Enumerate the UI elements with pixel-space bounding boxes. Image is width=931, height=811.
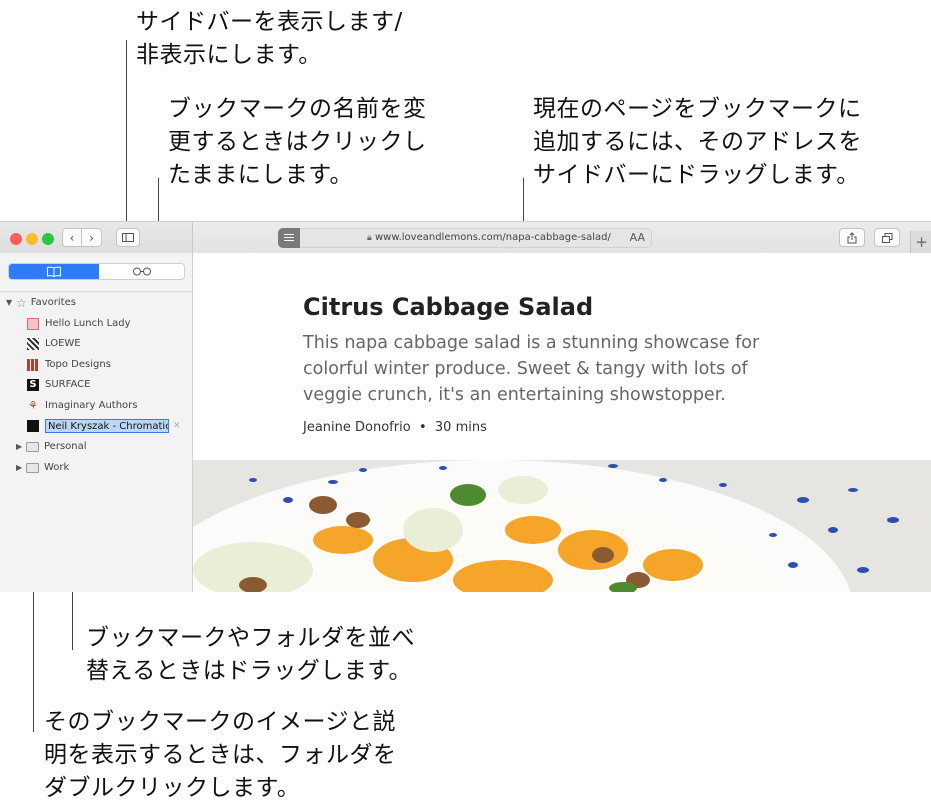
share-button[interactable] xyxy=(839,228,865,247)
favicon xyxy=(27,317,39,330)
share-icon xyxy=(847,231,857,243)
bookmark-item[interactable]: LOEWE xyxy=(27,334,81,353)
favicon xyxy=(27,419,39,432)
salad-photo xyxy=(193,460,931,592)
favicon: ⚘ xyxy=(28,398,38,412)
bullet: • xyxy=(414,420,431,435)
bookmark-item[interactable]: Hello Lunch Lady xyxy=(27,314,131,333)
sidebar: ▼ ☆ Favorites Hello Lunch Lady LOEWE Top… xyxy=(0,253,193,592)
url-text: 🔒︎ www.loveandlemons.com/napa-cabbage-sa… xyxy=(367,232,611,243)
sidebar-toggle-button[interactable] xyxy=(116,228,140,247)
zoom-button[interactable] xyxy=(42,233,54,245)
lock-icon: 🔒︎ xyxy=(367,233,372,243)
bookmark-item[interactable]: Topo Designs xyxy=(27,355,111,374)
glasses-icon xyxy=(133,267,151,276)
favicon xyxy=(27,337,39,350)
forward-button[interactable]: › xyxy=(82,228,102,247)
leader-line xyxy=(126,40,127,232)
tabs-icon xyxy=(881,232,892,243)
bookmark-item[interactable]: S SURFACE xyxy=(27,375,90,394)
address-bar[interactable]: 🔒︎ www.loveandlemons.com/napa-cabbage-sa… xyxy=(278,228,652,248)
chevron-right-icon: › xyxy=(89,230,94,245)
close-icon[interactable]: ✕ xyxy=(173,421,181,431)
folder-icon xyxy=(26,462,39,473)
rename-field[interactable]: Neil Kryszak - Chromatic E xyxy=(45,418,169,433)
web-content: Citrus Cabbage Salad This napa cabbage s… xyxy=(193,253,931,592)
sidebar-icon xyxy=(122,233,134,242)
salad-image xyxy=(193,460,931,592)
favicon xyxy=(27,358,39,371)
callout-rename: ブックマークの名前を変 更するときはクリックし たままにします。 xyxy=(168,96,427,188)
folder-icon xyxy=(26,441,39,452)
disclosure-triangle-icon[interactable]: ▶ xyxy=(16,442,26,451)
star-icon: ☆ xyxy=(16,295,27,310)
sidebar-segmented-control xyxy=(8,263,185,280)
callout-sidebar-toggle: サイドバーを表示します/ 非表示にします。 xyxy=(136,9,403,68)
new-tab-button[interactable]: + xyxy=(910,231,931,253)
author-link[interactable]: Jeanine Donofrio xyxy=(303,420,411,435)
tab-overview-button[interactable] xyxy=(874,228,900,247)
back-button[interactable]: ‹ xyxy=(62,228,82,247)
folder-work[interactable]: ▶ Work xyxy=(16,458,69,477)
reader-view-button[interactable] xyxy=(278,228,300,248)
article-description: This napa cabbage salad is a stunning sh… xyxy=(303,333,760,405)
callout-folder-view: そのブックマークのイメージと説 明を表示するときは、フォルダを ダブルクリックし… xyxy=(44,709,397,801)
chevron-left-icon: ‹ xyxy=(69,230,75,245)
close-button[interactable] xyxy=(10,233,22,245)
disclosure-triangle-icon[interactable]: ▶ xyxy=(16,463,26,472)
sidebar-toolbar: ‹ › xyxy=(0,222,193,253)
bookmark-item[interactable]: ⚘ Imaginary Authors xyxy=(27,396,137,415)
toolbar: ‹ › 🔒︎ www.loveandlemons.com/napa-cabbag… xyxy=(0,222,931,254)
article-title: Citrus Cabbage Salad xyxy=(303,293,594,321)
callout-add-page: 現在のページをブックマークに 追加するには、そのアドレスを サイドバーにドラッグ… xyxy=(533,96,862,188)
divider xyxy=(0,291,192,292)
book-icon xyxy=(47,266,61,277)
bookmark-item-editing[interactable]: Neil Kryszak - Chromatic E ✕ xyxy=(27,416,181,435)
reading-list-tab[interactable] xyxy=(99,264,184,279)
disclosure-triangle-icon[interactable]: ▼ xyxy=(6,298,16,307)
favorites-folder[interactable]: ▼ ☆ Favorites xyxy=(6,293,76,312)
bookmarks-tab[interactable] xyxy=(9,264,99,279)
callout-rearrange: ブックマークやフォルダを並べ 替えるときはドラッグします。 xyxy=(86,625,415,684)
safari-window: ‹ › 🔒︎ www.loveandlemons.com/napa-cabbag… xyxy=(0,221,931,592)
prep-time: 30 mins xyxy=(434,420,487,435)
folder-personal[interactable]: ▶ Personal xyxy=(16,437,87,456)
favicon: S xyxy=(27,378,39,391)
text-size-button[interactable]: AA xyxy=(630,231,645,244)
article-meta: Jeanine Donofrio • 30 mins xyxy=(303,420,487,435)
minimize-button[interactable] xyxy=(26,233,38,245)
